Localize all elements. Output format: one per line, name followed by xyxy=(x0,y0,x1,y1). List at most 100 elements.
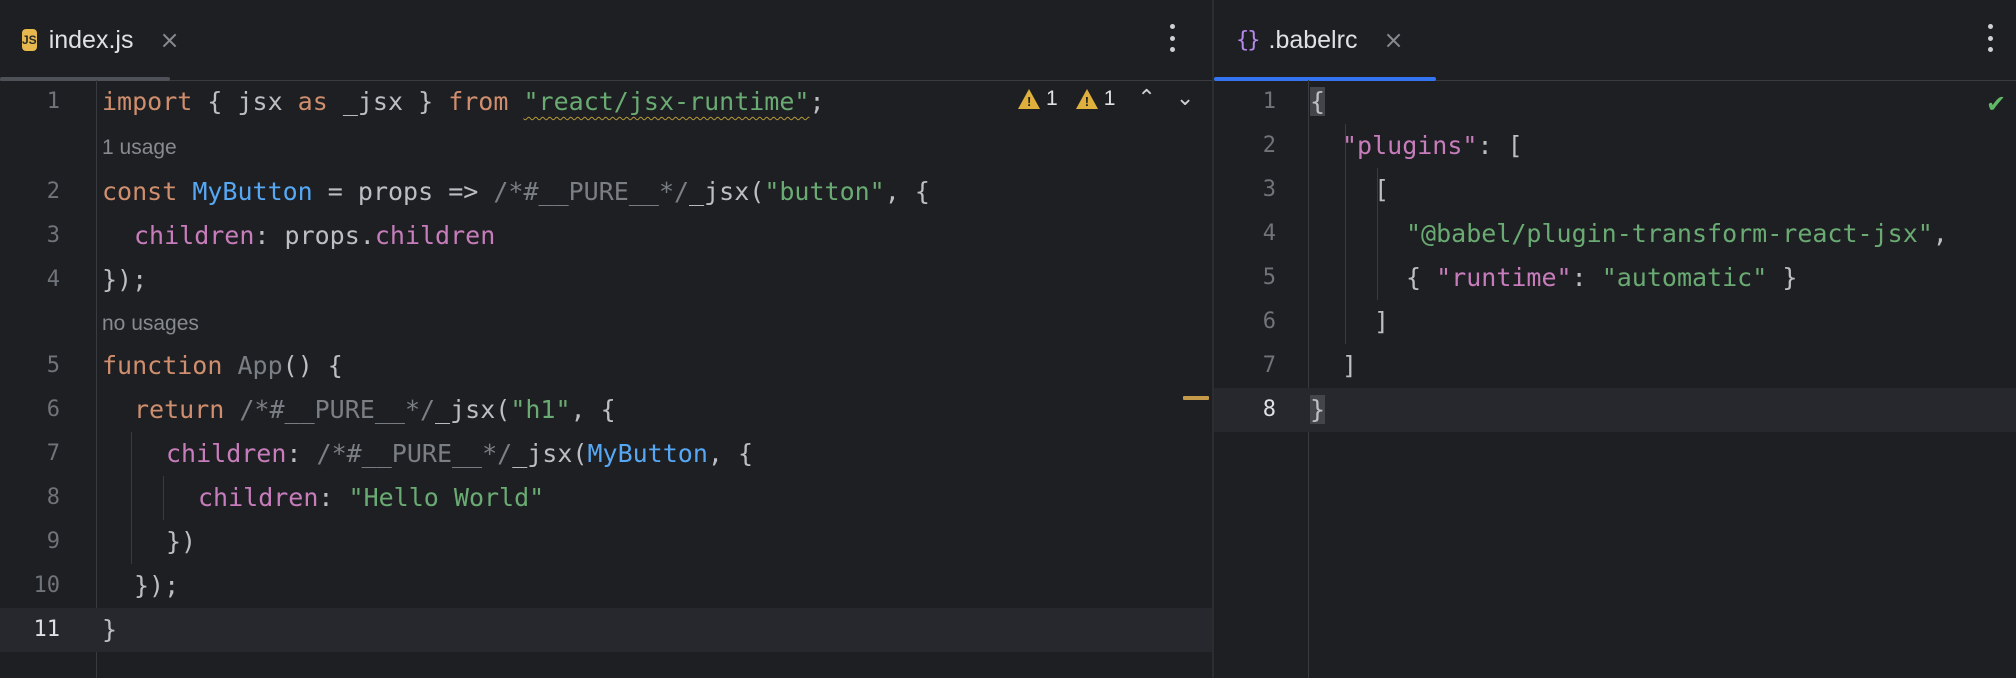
code-line-7[interactable]: children: /*#__PURE__*/_jsx(MyButton, { xyxy=(166,432,753,476)
line-number-current: 8 xyxy=(1262,397,1276,422)
token-string: "automatic" xyxy=(1601,263,1768,292)
token-keyword: const xyxy=(102,177,178,206)
token-string: "Hello World" xyxy=(348,483,545,512)
code-line-8[interactable]: } xyxy=(1310,388,1326,432)
code-line-7[interactable]: ] xyxy=(1342,344,1357,388)
code-line-2[interactable]: "plugins": [ xyxy=(1342,124,1523,168)
code-line-5[interactable]: { "runtime": "automatic" } xyxy=(1406,256,1797,300)
code-line-1[interactable]: import { jsx as _jsx } from "react/jsx-r… xyxy=(102,80,825,124)
code-line-10[interactable]: }); xyxy=(134,564,179,608)
line-number: 8 xyxy=(46,485,60,510)
line-number: 10 xyxy=(33,573,61,598)
no-problems-check-icon[interactable]: ✔ xyxy=(1986,90,2006,118)
token-key: "runtime" xyxy=(1436,263,1572,292)
line-number: 4 xyxy=(1262,221,1276,246)
token: _jsx } xyxy=(327,87,449,116)
inspection-widget[interactable]: ! 1 ! 1 ⌃ ⌄ xyxy=(1018,86,1194,111)
warning-icon: ! xyxy=(1018,88,1040,109)
right-tab-bar: {} .babelrc × xyxy=(1214,0,2016,81)
code-line-6[interactable]: return /*#__PURE__*/_jsx("h1", { xyxy=(134,388,616,432)
usages-hint[interactable]: no usages xyxy=(102,302,199,346)
token-identifier: MyButton xyxy=(587,439,708,468)
code-line-11[interactable]: } xyxy=(102,608,117,652)
code-line-9[interactable]: }) xyxy=(166,520,196,564)
token-keyword: import xyxy=(102,87,193,116)
token: : xyxy=(318,483,349,512)
token-key: "plugins" xyxy=(1342,131,1478,160)
current-line-highlight xyxy=(1214,388,2016,432)
token: = props => xyxy=(312,177,494,206)
code-line-5[interactable]: function App() { xyxy=(102,344,343,388)
token: }) xyxy=(166,527,197,556)
line-number: 4 xyxy=(46,267,60,292)
code-line-4[interactable]: "@babel/plugin-transform-react-jsx", xyxy=(1406,212,1948,256)
token: () { xyxy=(282,351,343,380)
code-line-3[interactable]: [ xyxy=(1374,168,1389,212)
line-number: 5 xyxy=(46,353,60,378)
chevron-up-icon[interactable]: ⌃ xyxy=(1137,86,1155,111)
code-line-3[interactable]: children: props.children xyxy=(134,214,495,258)
current-line-highlight xyxy=(0,608,1212,652)
chevron-down-icon[interactable]: ⌄ xyxy=(1176,86,1194,111)
code-line-1[interactable]: { xyxy=(1310,80,1326,124)
token: { xyxy=(1406,263,1437,292)
code-line-8[interactable]: children: "Hello World" xyxy=(198,476,544,520)
token-property: children xyxy=(134,221,255,250)
line-number: 6 xyxy=(46,397,60,422)
token: : xyxy=(1571,263,1602,292)
token-string: "button" xyxy=(764,177,885,206)
line-number-current: 11 xyxy=(33,617,61,642)
warning-stripe-marker[interactable] xyxy=(1183,396,1209,400)
weak-warning-icon: ! xyxy=(1075,88,1098,109)
token: _jsx( xyxy=(435,395,511,424)
tab-label: index.js xyxy=(48,25,134,54)
token: } xyxy=(1767,263,1798,292)
token-identifier: MyButton xyxy=(192,177,313,206)
token: ] xyxy=(1342,351,1358,380)
token: }); xyxy=(102,265,148,294)
code-line-6[interactable]: ] xyxy=(1374,300,1389,344)
token: }); xyxy=(134,571,180,600)
close-icon[interactable]: × xyxy=(1383,26,1403,54)
line-number: 3 xyxy=(1262,177,1276,202)
token: } xyxy=(102,615,118,644)
js-file-icon: JS xyxy=(22,29,37,51)
token-keyword: as xyxy=(297,87,328,116)
usages-hint[interactable]: 1 usage xyxy=(102,126,177,170)
line-number: 9 xyxy=(46,529,60,554)
tab-index-js[interactable]: JS index.js × xyxy=(0,0,180,81)
token-keyword: return xyxy=(134,395,225,424)
line-number: 3 xyxy=(46,223,60,248)
warnings-indicator[interactable]: ! 1 xyxy=(1018,87,1058,111)
line-number: 6 xyxy=(1262,309,1276,334)
token-unused-identifier: App xyxy=(237,351,283,380)
token: { jsx xyxy=(192,87,298,116)
token: ] xyxy=(1374,307,1390,336)
right-editor-pane: {} .babelrc × 1 2 3 4 5 6 7 8 { "plugins… xyxy=(1214,0,2016,678)
token: , { xyxy=(707,439,754,468)
code-line-2[interactable]: const MyButton = props => /*#__PURE__*/_… xyxy=(102,170,930,214)
code-line-4[interactable]: }); xyxy=(102,258,147,302)
token-comment: /*#__PURE__*/ xyxy=(493,177,690,206)
token-keyword: function xyxy=(102,351,223,380)
json-braces-icon: {} xyxy=(1236,27,1260,53)
token: , { xyxy=(884,177,930,206)
weak-warnings-indicator[interactable]: ! 1 xyxy=(1075,86,1116,111)
token-string: "h1" xyxy=(510,395,571,424)
token: _jsx( xyxy=(512,439,588,468)
weak-warnings-count: 1 xyxy=(1103,86,1116,110)
token-comment: /*#__PURE__*/ xyxy=(239,395,436,424)
more-options-icon[interactable] xyxy=(1980,20,2000,56)
token-property: children xyxy=(198,483,319,512)
left-editor-pane: JS index.js × 1 2 3 4 5 6 7 8 9 10 11 im… xyxy=(0,0,1212,678)
token: [ xyxy=(1374,175,1390,204)
close-icon[interactable]: × xyxy=(159,26,179,54)
line-number: 1 xyxy=(1262,89,1276,114)
token-comment: /*#__PURE__*/ xyxy=(316,439,513,468)
more-options-icon[interactable] xyxy=(1162,20,1182,56)
tab-babelrc[interactable]: {} .babelrc × xyxy=(1214,0,1436,81)
token-property: children xyxy=(166,439,287,468)
